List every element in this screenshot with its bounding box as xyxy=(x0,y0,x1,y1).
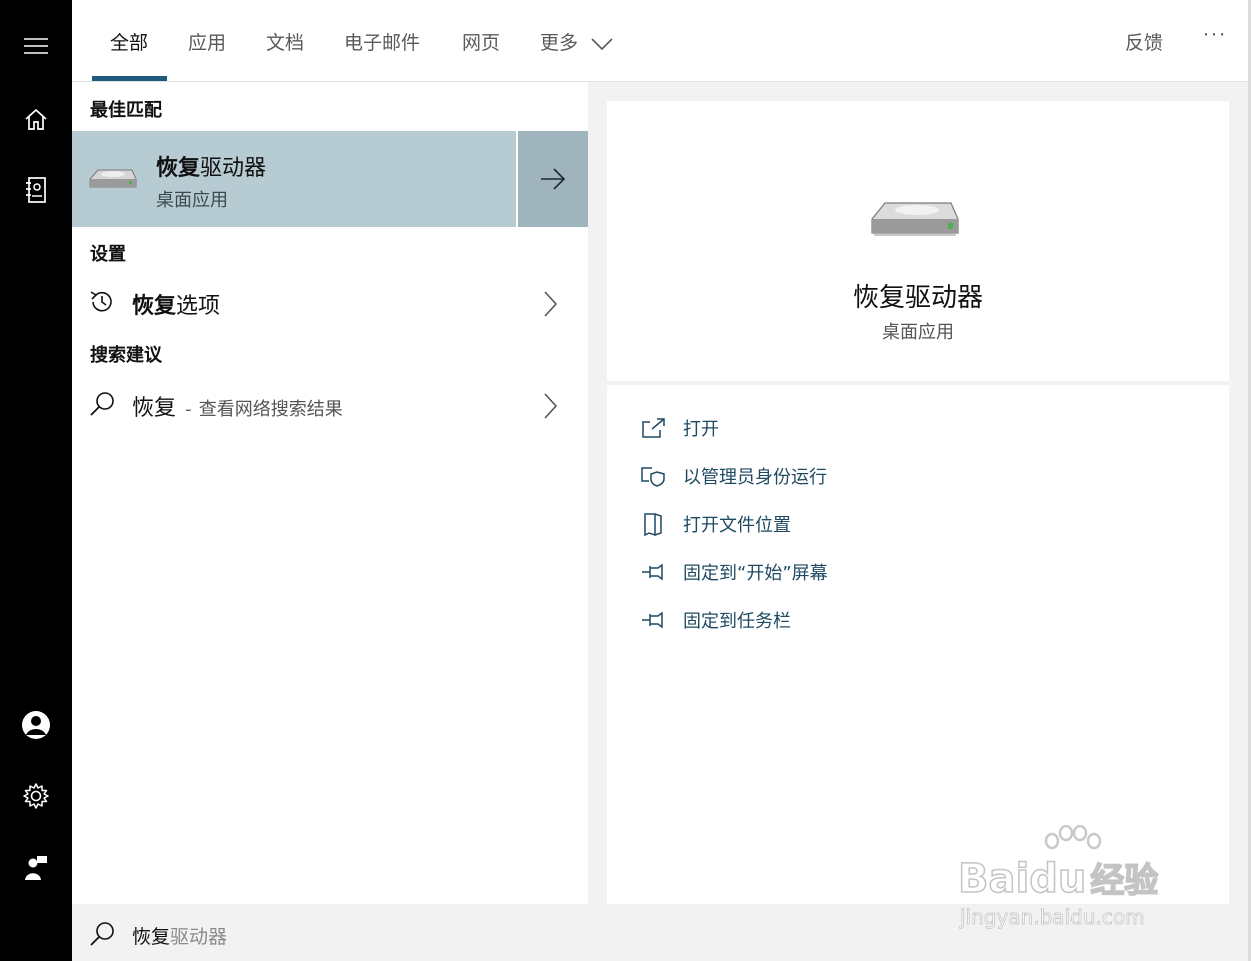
best-match-title-rest: 驱动器 xyxy=(200,156,267,181)
suggestion-hint: 查看网络搜索结果 xyxy=(198,399,343,420)
file-location-icon xyxy=(639,510,667,538)
left-rail xyxy=(0,0,72,961)
search-icon xyxy=(90,922,114,946)
tab-email[interactable]: 电子邮件 xyxy=(344,28,420,55)
section-settings: 设置 xyxy=(90,244,126,265)
tab-web[interactable]: 网页 xyxy=(462,28,500,55)
action-label: 固定到任务栏 xyxy=(683,611,791,632)
action-open-file-location[interactable]: 打开文件位置 xyxy=(639,508,791,540)
chevron-right-icon xyxy=(544,393,558,419)
web-suggestion-item[interactable]: 恢复 - 查看网络搜索结果 xyxy=(72,380,588,430)
watermark-brand-text: Baidu xyxy=(957,855,1087,903)
expand-details-button[interactable] xyxy=(518,131,588,227)
shield-admin-icon xyxy=(639,462,667,490)
search-icon xyxy=(90,392,114,416)
settings-icon[interactable] xyxy=(18,778,54,814)
action-open[interactable]: 打开 xyxy=(639,412,719,444)
action-label: 固定到“开始”屏幕 xyxy=(683,563,828,584)
action-pin-to-start[interactable]: 固定到“开始”屏幕 xyxy=(639,556,828,588)
action-label: 打开文件位置 xyxy=(683,515,791,536)
arrow-right-icon xyxy=(541,168,566,190)
suggestion-term: 恢复 xyxy=(132,396,177,421)
best-match-title: 恢复驱动器 xyxy=(156,150,266,182)
tab-all[interactable]: 全部 xyxy=(110,28,148,55)
search-input[interactable]: 恢复驱动器 xyxy=(132,922,227,949)
chevron-down-icon xyxy=(591,37,613,50)
action-label: 以管理员身份运行 xyxy=(683,467,827,488)
best-match-item[interactable]: 恢复驱动器 桌面应用 xyxy=(72,131,516,227)
search-scope-tabs: 全部 应用 文档 电子邮件 网页 更多 反馈 ··· xyxy=(72,0,1248,82)
action-label: 打开 xyxy=(683,419,719,440)
tab-apps[interactable]: 应用 xyxy=(188,28,226,55)
best-match-subtitle: 桌面应用 xyxy=(156,190,228,211)
watermark-url: jingyan.baidu.com xyxy=(960,905,1145,930)
settings-result-label: 恢复选项 xyxy=(132,288,220,320)
section-search-suggestions: 搜索建议 xyxy=(90,345,162,366)
user-icon[interactable] xyxy=(18,707,54,743)
pin-icon xyxy=(639,558,667,586)
pin-icon xyxy=(639,606,667,634)
baidu-watermark: Baidu 经验 jingyan.baidu.com xyxy=(957,825,1188,935)
results-pane: 最佳匹配 恢复驱动器 桌面应用 设置 恢复选项 搜索建议 恢复 - 查看网络搜索… xyxy=(72,82,588,904)
settings-label-bold: 恢复 xyxy=(132,294,177,319)
detail-header-card: 恢复驱动器 桌面应用 xyxy=(607,101,1229,381)
tab-more[interactable]: 更多 xyxy=(540,28,614,55)
watermark-brand: Baidu 经验 xyxy=(957,853,1160,903)
history-icon xyxy=(90,291,112,312)
home-icon[interactable] xyxy=(18,101,54,137)
action-run-as-admin[interactable]: 以管理员身份运行 xyxy=(639,460,827,492)
feedback-person-icon[interactable] xyxy=(18,850,54,886)
settings-label-rest: 选项 xyxy=(176,294,221,319)
settings-result-item[interactable]: 恢复选项 xyxy=(72,278,588,328)
notebook-icon[interactable] xyxy=(18,172,54,208)
best-match-title-bold: 恢复 xyxy=(156,156,201,181)
section-best-match: 最佳匹配 xyxy=(90,100,162,121)
detail-subtitle: 桌面应用 xyxy=(882,322,954,343)
detail-title: 恢复驱动器 xyxy=(852,283,983,313)
tab-more-label: 更多 xyxy=(540,32,579,54)
tab-documents[interactable]: 文档 xyxy=(266,28,304,55)
active-tab-indicator xyxy=(92,76,167,81)
web-suggestion-text: 恢复 - 查看网络搜索结果 xyxy=(132,390,343,422)
drive-large-icon xyxy=(871,202,959,236)
drive-icon xyxy=(89,169,137,188)
suggestion-separator: - xyxy=(185,399,192,420)
chevron-right-icon xyxy=(544,291,558,317)
open-icon xyxy=(639,414,667,442)
search-typed-text: 恢复 xyxy=(132,926,171,948)
feedback-button[interactable]: 反馈 xyxy=(1125,28,1163,55)
search-autocomplete-text: 驱动器 xyxy=(170,926,228,948)
action-pin-to-taskbar[interactable]: 固定到任务栏 xyxy=(639,604,791,636)
more-options-button[interactable]: ··· xyxy=(1203,24,1227,46)
hamburger-icon[interactable] xyxy=(18,28,54,64)
watermark-cn-text: 经验 xyxy=(1090,860,1160,902)
